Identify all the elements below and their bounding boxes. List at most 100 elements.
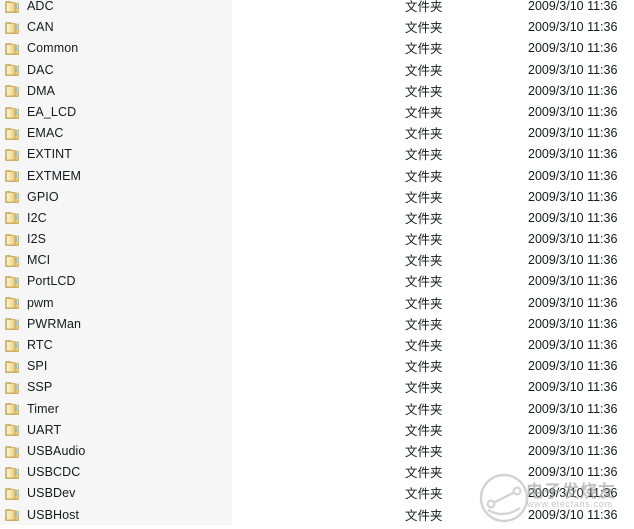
file-type-label: 文件夹 bbox=[405, 507, 443, 523]
file-row[interactable]: MCI 文件夹 2009/3/10 11:36 bbox=[0, 250, 634, 271]
file-name-cell[interactable]: EXTMEM bbox=[5, 166, 227, 187]
file-name-cell[interactable]: USBDev bbox=[5, 483, 227, 504]
file-name-label: DAC bbox=[27, 62, 54, 77]
folder-icon bbox=[5, 84, 20, 98]
file-list[interactable]: ADC 文件夹 2009/3/10 11:36 CAN 文件夹 2009/3/10 11:… bbox=[0, 0, 634, 526]
file-name-cell[interactable]: I2C bbox=[5, 208, 227, 229]
file-row[interactable]: USBCDC 文件夹 2009/3/10 11:36 bbox=[0, 462, 634, 483]
file-name-cell[interactable]: PWRMan bbox=[5, 314, 227, 335]
file-type-label: 文件夹 bbox=[405, 486, 443, 502]
file-row[interactable]: PWRMan 文件夹 2009/3/10 11:36 bbox=[0, 314, 634, 335]
folder-icon bbox=[5, 339, 20, 353]
file-date-label: 2009/3/10 11:36 bbox=[528, 316, 618, 331]
file-row[interactable]: I2S 文件夹 2009/3/10 11:36 bbox=[0, 229, 634, 250]
file-row[interactable]: UART 文件夹 2009/3/10 11:36 bbox=[0, 420, 634, 441]
file-type-label: 文件夹 bbox=[405, 465, 443, 481]
file-name-cell[interactable]: pwm bbox=[5, 293, 227, 314]
file-name-label: CAN bbox=[27, 20, 54, 35]
file-type-label: 文件夹 bbox=[405, 316, 443, 332]
file-name-label: USBCDC bbox=[27, 465, 81, 480]
file-row[interactable]: DAC 文件夹 2009/3/10 11:36 bbox=[0, 60, 634, 81]
file-type-label: 文件夹 bbox=[405, 401, 443, 417]
file-name-cell[interactable]: USBAudio bbox=[5, 441, 227, 462]
file-name-label: EXTMEM bbox=[27, 168, 82, 183]
file-name-cell[interactable]: EMAC bbox=[5, 123, 227, 144]
folder-icon bbox=[5, 466, 20, 480]
file-row[interactable]: GPIO 文件夹 2009/3/10 11:36 bbox=[0, 187, 634, 208]
file-row[interactable]: EXTMEM 文件夹 2009/3/10 11:36 bbox=[0, 166, 634, 187]
file-row[interactable]: PortLCD 文件夹 2009/3/10 11:36 bbox=[0, 271, 634, 292]
file-row[interactable]: ADC 文件夹 2009/3/10 11:36 bbox=[0, 0, 634, 17]
file-name-cell[interactable]: GPIO bbox=[5, 187, 227, 208]
file-name-cell[interactable]: DAC bbox=[5, 60, 227, 81]
folder-icon bbox=[5, 317, 20, 331]
file-row[interactable]: SPI 文件夹 2009/3/10 11:36 bbox=[0, 356, 634, 377]
file-name-cell[interactable]: SPI bbox=[5, 356, 227, 377]
file-row[interactable]: EA_LCD 文件夹 2009/3/10 11:36 bbox=[0, 102, 634, 123]
file-name-label: PortLCD bbox=[27, 274, 76, 289]
file-date-label: 2009/3/10 11:36 bbox=[528, 338, 618, 352]
file-name-cell[interactable]: USBCDC bbox=[5, 462, 227, 483]
file-type-label: 文件夹 bbox=[405, 147, 443, 163]
file-row[interactable]: USBDev 文件夹 2009/3/10 11:36 bbox=[0, 483, 634, 504]
file-date-label: 2009/3/10 11:36 bbox=[528, 253, 618, 268]
file-name-cell[interactable]: UART bbox=[5, 420, 227, 441]
file-name-label: SPI bbox=[27, 359, 48, 374]
file-row[interactable]: Timer 文件夹 2009/3/10 11:36 bbox=[0, 399, 634, 420]
file-row[interactable]: EMAC 文件夹 2009/3/10 11:36 bbox=[0, 123, 634, 144]
folder-icon bbox=[5, 275, 20, 289]
folder-icon bbox=[5, 402, 20, 416]
file-row[interactable]: SSP 文件夹 2009/3/10 11:36 bbox=[0, 377, 634, 398]
file-name-cell[interactable]: Common bbox=[5, 38, 227, 59]
file-row[interactable]: CAN 文件夹 2009/3/10 11:36 bbox=[0, 17, 634, 38]
file-name-label: EMAC bbox=[27, 126, 64, 141]
file-row[interactable]: DMA 文件夹 2009/3/10 11:36 bbox=[0, 81, 634, 102]
folder-icon bbox=[5, 445, 20, 459]
file-name-cell[interactable]: SSP bbox=[5, 377, 227, 398]
file-type-label: 文件夹 bbox=[405, 253, 443, 269]
file-name-cell[interactable]: CAN bbox=[5, 17, 227, 38]
file-type-label: 文件夹 bbox=[405, 359, 443, 375]
file-type-label: 文件夹 bbox=[405, 210, 443, 226]
file-name-cell[interactable]: Timer bbox=[5, 399, 227, 420]
file-type-label: 文件夹 bbox=[405, 168, 443, 184]
file-date-label: 2009/3/10 11:36 bbox=[528, 210, 618, 225]
file-date-label: 2009/3/10 11:36 bbox=[528, 104, 618, 119]
file-name-cell[interactable]: PortLCD bbox=[5, 271, 227, 292]
folder-icon bbox=[5, 254, 20, 268]
file-date-label: 2009/3/10 11:36 bbox=[528, 147, 618, 162]
folder-icon bbox=[5, 211, 20, 225]
file-name-cell[interactable]: I2S bbox=[5, 229, 227, 250]
file-row[interactable]: USBHost 文件夹 2009/3/10 11:36 bbox=[0, 505, 634, 526]
file-name-label: I2C bbox=[27, 210, 47, 225]
file-name-label: DMA bbox=[27, 83, 56, 98]
file-name-label: MCI bbox=[27, 253, 51, 268]
file-name-cell[interactable]: RTC bbox=[5, 335, 227, 356]
file-name-cell[interactable]: EXTINT bbox=[5, 144, 227, 165]
file-date-label: 2009/3/10 11:36 bbox=[528, 126, 618, 141]
file-row[interactable]: pwm 文件夹 2009/3/10 11:36 bbox=[0, 293, 634, 314]
file-row[interactable]: RTC 文件夹 2009/3/10 11:36 bbox=[0, 335, 634, 356]
file-date-label: 2009/3/10 11:36 bbox=[528, 232, 618, 247]
file-date-label: 2009/3/10 11:36 bbox=[528, 168, 618, 183]
folder-icon bbox=[5, 381, 20, 395]
file-name-label: USBDev bbox=[27, 486, 76, 501]
folder-icon bbox=[5, 233, 20, 247]
file-name-cell[interactable]: DMA bbox=[5, 81, 227, 102]
file-row[interactable]: Common 文件夹 2009/3/10 11:36 bbox=[0, 38, 634, 59]
file-name-label: PWRMan bbox=[27, 316, 82, 331]
file-row[interactable]: EXTINT 文件夹 2009/3/10 11:36 bbox=[0, 144, 634, 165]
folder-icon bbox=[5, 360, 20, 374]
file-row[interactable]: USBAudio 文件夹 2009/3/10 11:36 bbox=[0, 441, 634, 462]
file-date-label: 2009/3/10 11:36 bbox=[528, 20, 618, 35]
file-name-label: UART bbox=[27, 422, 62, 437]
file-name-cell[interactable]: USBHost bbox=[5, 505, 227, 526]
file-date-label: 2009/3/10 11:36 bbox=[528, 486, 618, 501]
file-date-label: 2009/3/10 11:36 bbox=[528, 83, 618, 98]
file-name-cell[interactable]: ADC bbox=[5, 0, 227, 17]
file-date-label: 2009/3/10 11:36 bbox=[528, 380, 618, 395]
file-date-label: 2009/3/10 11:36 bbox=[528, 443, 618, 458]
file-row[interactable]: I2C 文件夹 2009/3/10 11:36 bbox=[0, 208, 634, 229]
file-name-cell[interactable]: EA_LCD bbox=[5, 102, 227, 123]
file-name-cell[interactable]: MCI bbox=[5, 250, 227, 271]
